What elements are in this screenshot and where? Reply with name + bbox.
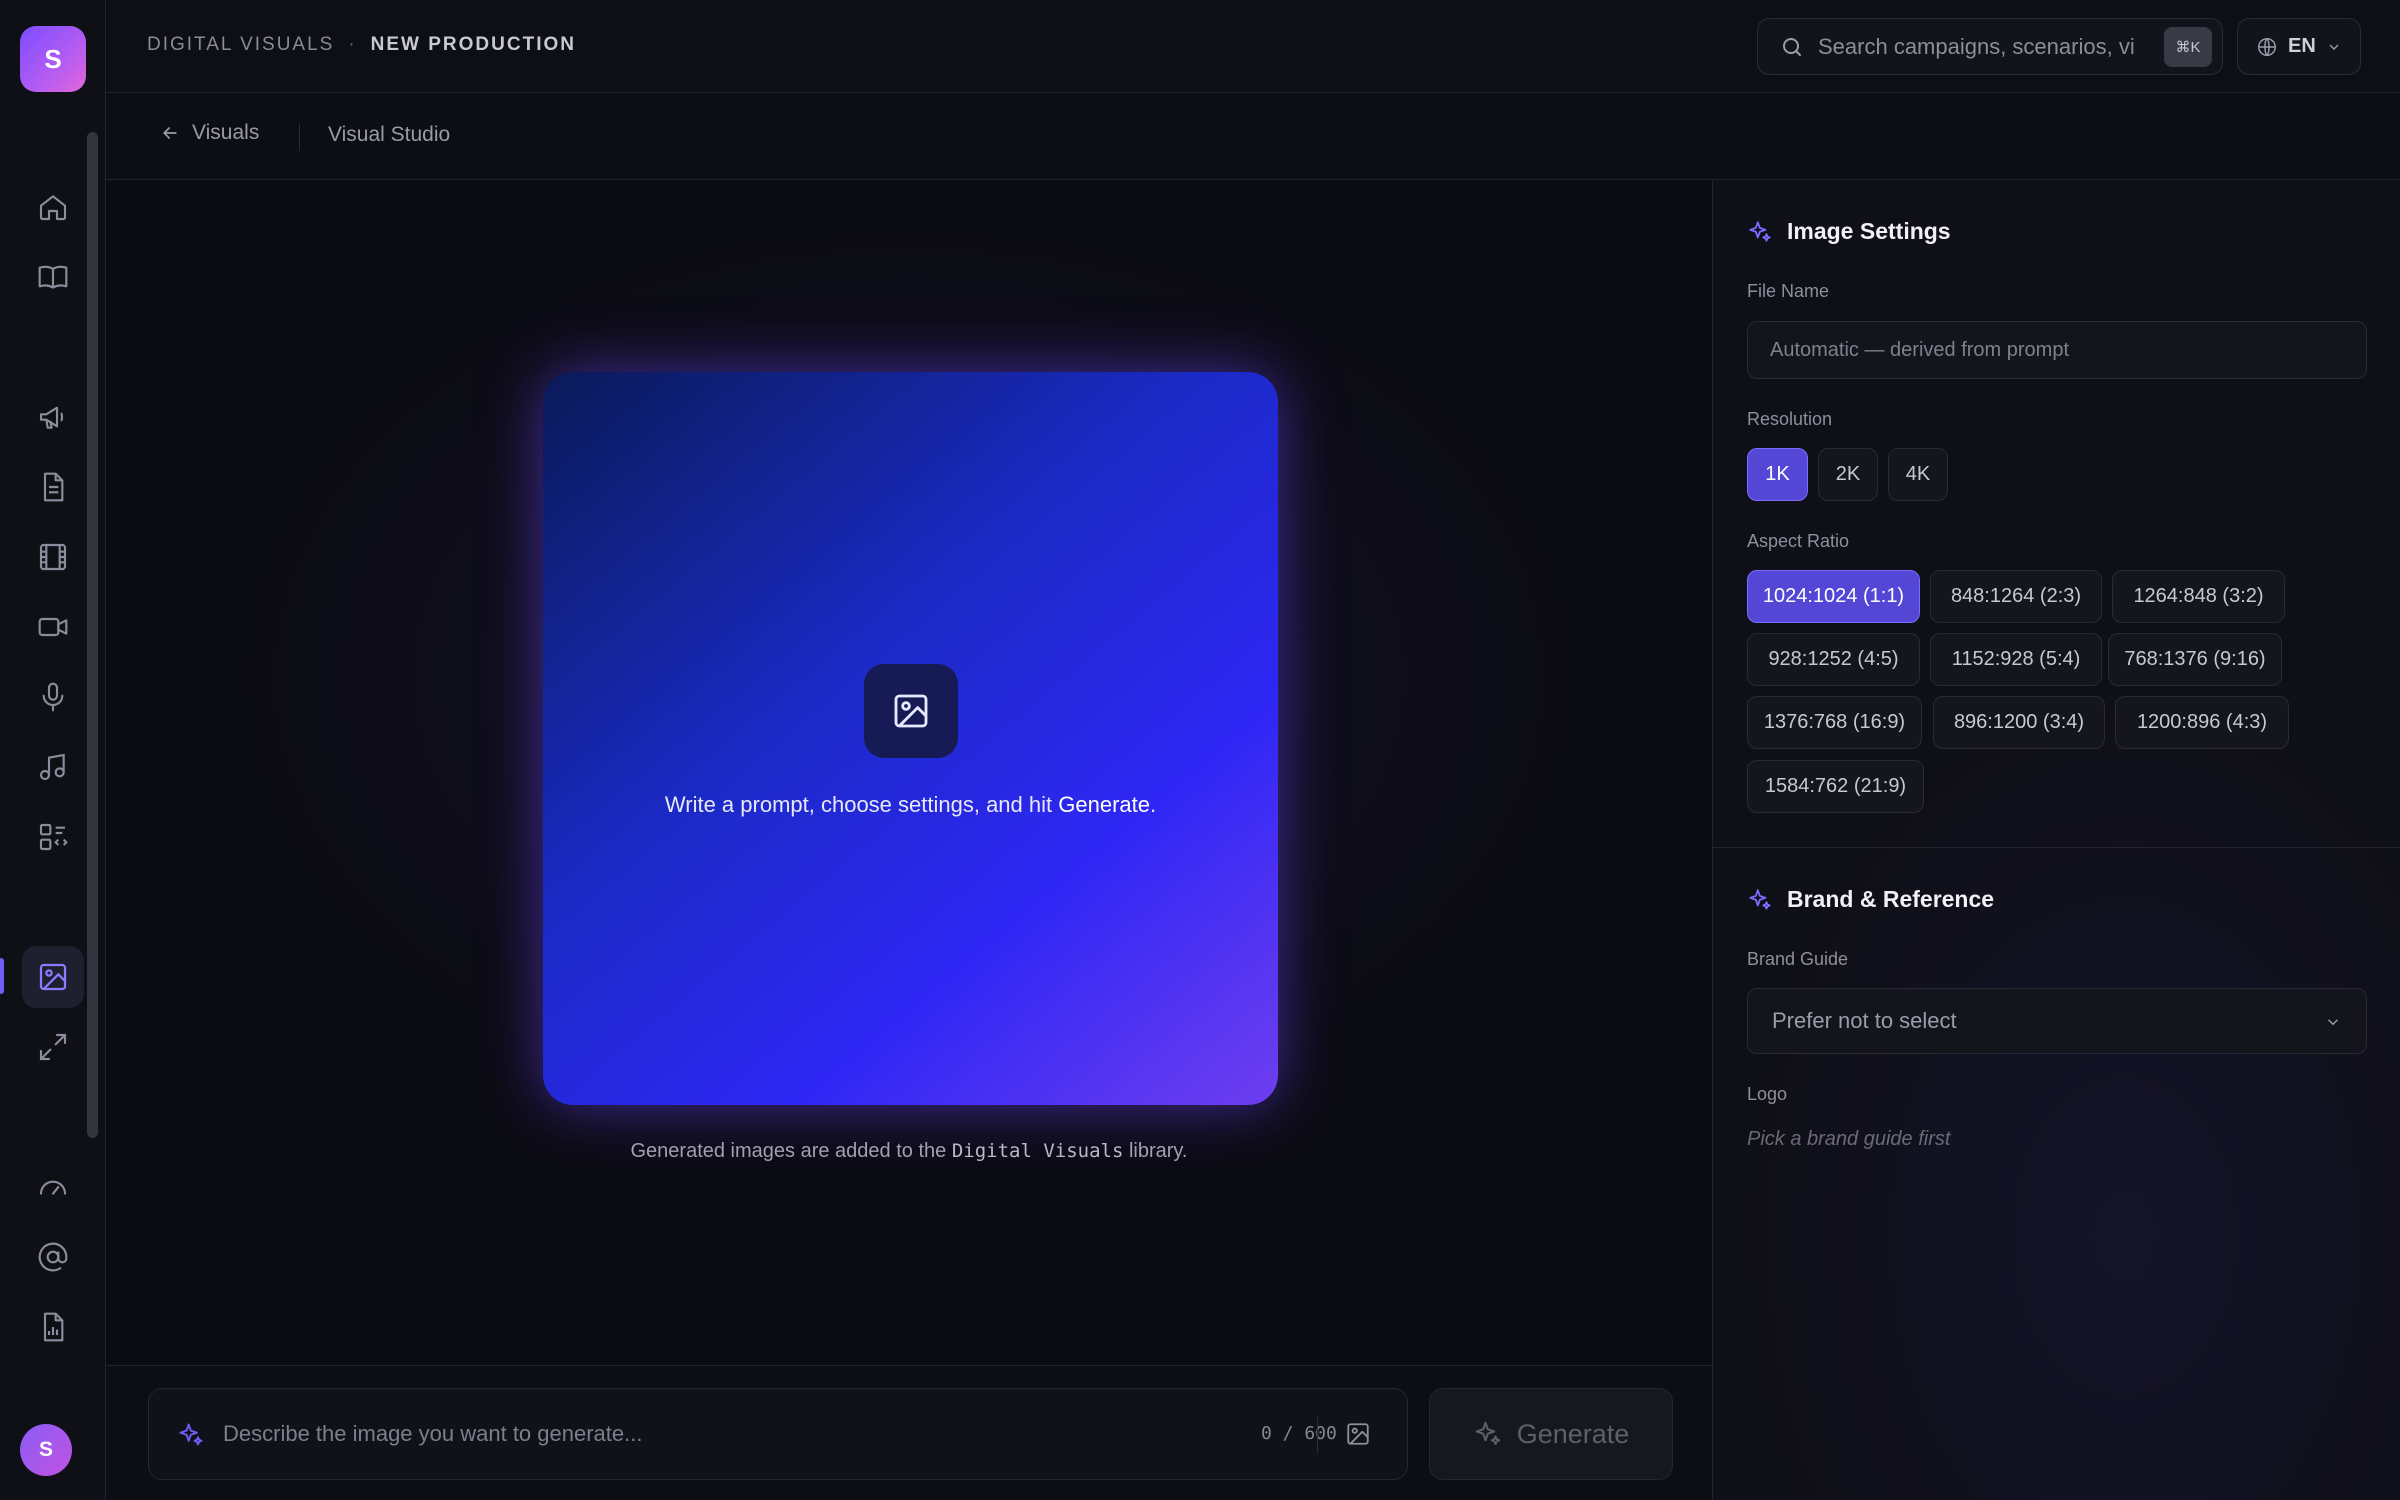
- subheader-divider: [299, 123, 300, 151]
- document-icon[interactable]: [22, 456, 84, 518]
- search-input[interactable]: [1818, 33, 2134, 60]
- sparkles-icon: [1749, 220, 1771, 242]
- microphone-icon[interactable]: [22, 666, 84, 728]
- prompt-input[interactable]: [223, 1413, 1123, 1455]
- file-name-field[interactable]: [1747, 321, 2367, 379]
- brand-reference-title: Brand & Reference: [1787, 886, 1995, 912]
- brand-guide-select[interactable]: Prefer not to select: [1747, 988, 2367, 1054]
- rail-scrollbar[interactable]: [87, 132, 98, 1138]
- top-header: Digital Visuals · New Production ⌘K EN: [106, 0, 2400, 93]
- resolution-option-2k[interactable]: 2K: [1818, 448, 1878, 501]
- gauge-icon[interactable]: [22, 1156, 84, 1218]
- resolution-option-1k[interactable]: 1K: [1747, 448, 1808, 501]
- search-shortcut-badge: ⌘K: [2164, 27, 2212, 67]
- report-icon[interactable]: [22, 1296, 84, 1358]
- hint-action: Generate: [1058, 792, 1150, 817]
- image-placeholder-icon: [864, 664, 958, 758]
- library-note: Generated images are added to the Digita…: [106, 1140, 1712, 1163]
- at-sign-icon[interactable]: [22, 1226, 84, 1288]
- settings-panel: Image Settings File Name Resolution 1K 2…: [1712, 180, 2400, 1500]
- home-icon[interactable]: [22, 176, 84, 238]
- aspect-ratio-label: Aspect Ratio: [1747, 531, 1850, 551]
- prompt-box[interactable]: 0 / 600: [148, 1388, 1408, 1480]
- brand-guide-value: Prefer not to select: [1772, 1008, 1957, 1033]
- breadcrumb: Digital Visuals · New Production: [147, 34, 576, 56]
- preview-canvas: Write a prompt, choose settings, and hit…: [106, 180, 1712, 1365]
- prompt-divider: [1317, 1417, 1318, 1453]
- film-icon[interactable]: [22, 526, 84, 588]
- back-to-visuals-link[interactable]: Visuals: [160, 121, 259, 145]
- arrow-left-icon: [162, 127, 177, 139]
- music-note-icon[interactable]: [22, 736, 84, 798]
- generate-button[interactable]: Generate: [1429, 1388, 1673, 1480]
- sparkles-icon: [1475, 1421, 1500, 1445]
- user-avatar[interactable]: S: [20, 1424, 72, 1476]
- library-note-prefix: Generated images are added to the: [630, 1140, 952, 1162]
- logo-label: Logo: [1747, 1084, 1788, 1104]
- image-icon[interactable]: [22, 946, 84, 1008]
- chevron-down-icon: [2324, 1013, 2342, 1031]
- language-selector[interactable]: EN: [2237, 18, 2361, 75]
- aspect-option-4-5[interactable]: 928:1252 (4:5): [1747, 633, 1920, 686]
- character-counter: 0 / 600: [1261, 1423, 1337, 1444]
- file-name-input[interactable]: [1748, 322, 2366, 378]
- brand-reference-header: Brand & Reference: [1747, 886, 1994, 913]
- generate-label: Generate: [1516, 1418, 1630, 1449]
- image-settings-title: Image Settings: [1787, 218, 1951, 244]
- studio-subheader: Visuals Visual Studio: [106, 93, 2400, 180]
- back-label: Visuals: [192, 121, 260, 144]
- apps-icon[interactable]: [22, 806, 84, 868]
- hint-suffix: .: [1149, 792, 1157, 817]
- aspect-option-3-2[interactable]: 1264:848 (3:2): [2112, 570, 2285, 623]
- breadcrumb-section[interactable]: Digital Visuals: [147, 34, 334, 56]
- empty-state-hint: Write a prompt, choose settings, and hit…: [543, 792, 1278, 818]
- global-search[interactable]: ⌘K: [1757, 18, 2223, 75]
- workspace-logo[interactable]: S: [20, 26, 86, 92]
- attach-image-button[interactable]: [1345, 1421, 1371, 1447]
- image-preview-placeholder: Write a prompt, choose settings, and hit…: [543, 372, 1278, 1105]
- resolution-label: Resolution: [1747, 409, 1833, 429]
- aspect-option-1-1[interactable]: 1024:1024 (1:1): [1747, 570, 1920, 623]
- panel-divider: [1713, 847, 2400, 848]
- active-nav-indicator: [0, 958, 4, 994]
- library-name: Digital Visuals: [951, 1140, 1124, 1162]
- chevron-down-icon: [2329, 44, 2339, 50]
- image-settings-header: Image Settings: [1747, 218, 1951, 245]
- language-label: EN: [2288, 35, 2316, 57]
- library-note-suffix: library.: [1123, 1140, 1188, 1162]
- logo-hint: Pick a brand guide first: [1747, 1128, 1951, 1150]
- aspect-option-21-9[interactable]: 1584:762 (21:9): [1747, 760, 1924, 813]
- aspect-option-2-3[interactable]: 848:1264 (2:3): [1930, 570, 2102, 623]
- brand-guide-label: Brand Guide: [1747, 949, 1849, 969]
- prompt-bar: 0 / 600 Generate: [106, 1365, 1712, 1500]
- breadcrumb-separator: ·: [348, 34, 357, 55]
- hint-text: Write a prompt, choose settings, and hit: [664, 792, 1059, 817]
- image-attach-icon: [1347, 1423, 1369, 1445]
- studio-title: Visual Studio: [328, 123, 451, 146]
- aspect-option-9-16[interactable]: 768:1376 (9:16): [2108, 633, 2282, 686]
- sparkles-icon: [1749, 888, 1771, 910]
- book-icon[interactable]: [22, 246, 84, 308]
- sparkles-icon: [177, 1421, 205, 1449]
- aspect-option-4-3[interactable]: 1200:896 (4:3): [2115, 696, 2289, 749]
- breadcrumb-current: New Production: [370, 34, 576, 55]
- search-icon: [1780, 35, 1804, 59]
- aspect-option-5-4[interactable]: 1152:928 (5:4): [1930, 633, 2102, 686]
- video-camera-icon[interactable]: [22, 596, 84, 658]
- megaphone-icon[interactable]: [22, 386, 84, 448]
- aspect-option-3-4[interactable]: 896:1200 (3:4): [1933, 696, 2105, 749]
- globe-icon: [2258, 37, 2276, 56]
- file-name-label: File Name: [1747, 281, 1830, 301]
- expand-icon[interactable]: [22, 1016, 84, 1078]
- resolution-option-4k[interactable]: 4K: [1888, 448, 1948, 501]
- aspect-option-16-9[interactable]: 1376:768 (16:9): [1747, 696, 1922, 749]
- left-rail: S S: [0, 0, 106, 1500]
